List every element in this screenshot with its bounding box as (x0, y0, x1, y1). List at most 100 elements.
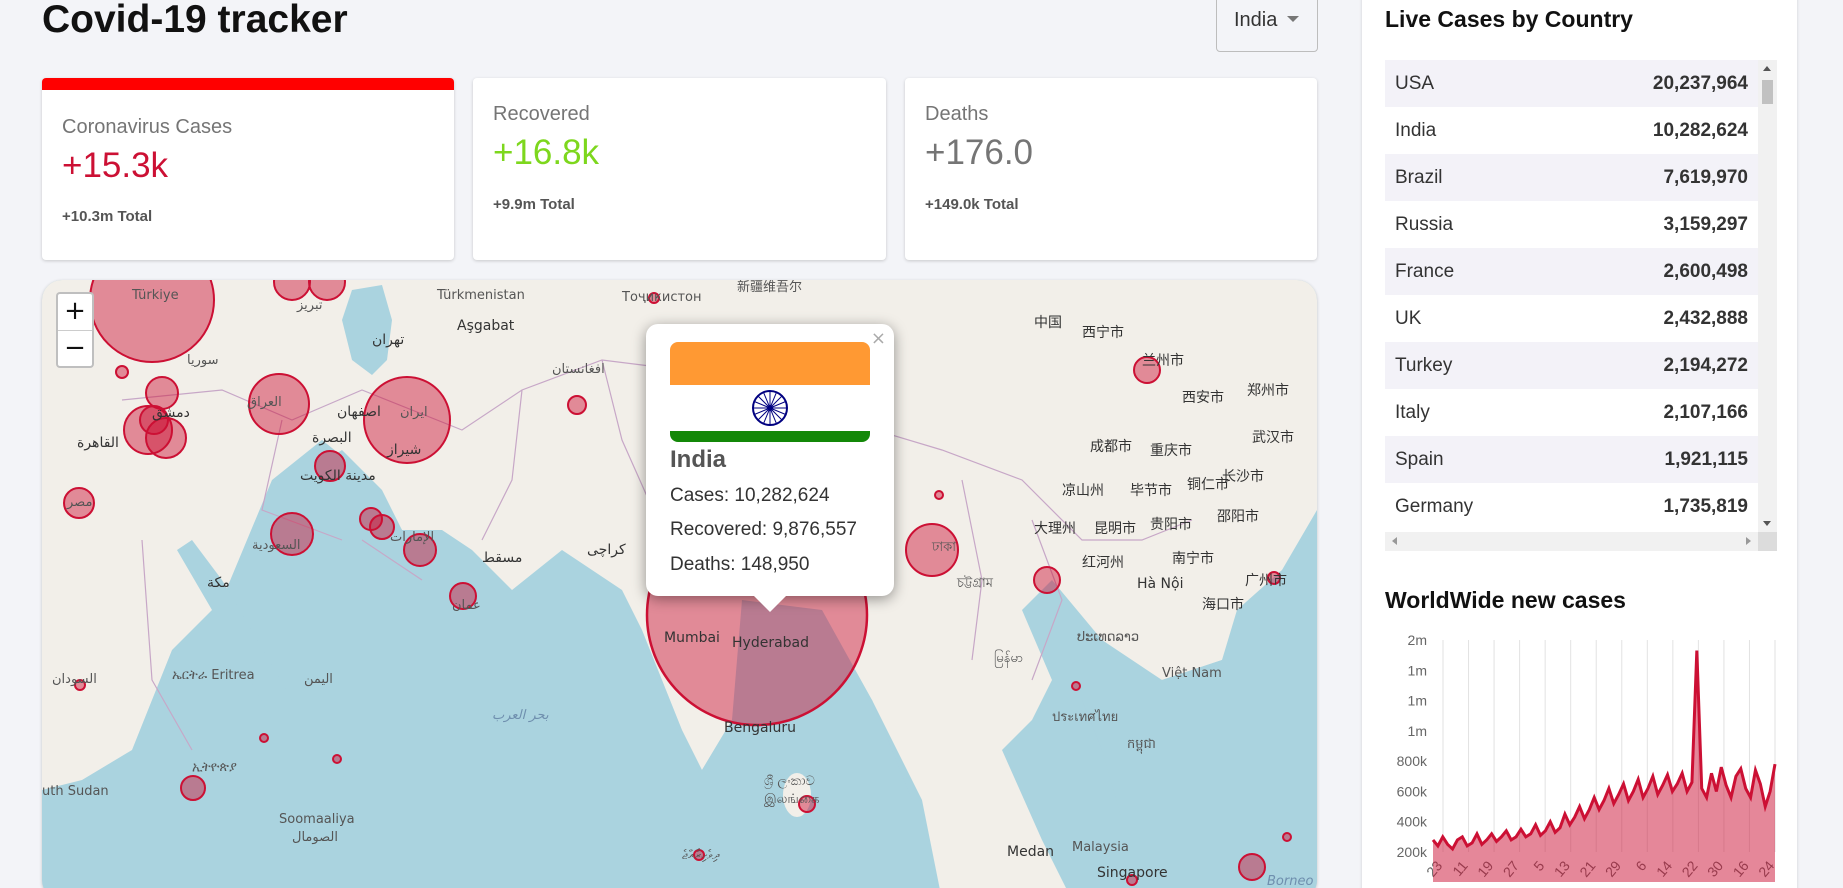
map-label: Mumbai (664, 630, 720, 646)
table-row: Germany 1,735,819 (1385, 483, 1758, 530)
map-label: بحر العرب (492, 708, 549, 723)
map-label: កម្ពុជា (1127, 737, 1156, 752)
country-name: Germany (1395, 496, 1474, 517)
map-label: Hà Nội (1137, 576, 1184, 592)
map-label: இலங்கை (764, 792, 820, 807)
map-label: 郑州市 (1247, 383, 1289, 399)
map-label: 铜仁市 (1187, 477, 1229, 493)
zoom-in-button[interactable]: + (58, 294, 92, 330)
map-label: مصر (67, 495, 93, 510)
map-label: 红河州 (1082, 555, 1124, 571)
case-circle (115, 365, 129, 379)
map-label: uth Sudan (42, 784, 109, 799)
zoom-control: + − (56, 292, 94, 368)
map-label: 新疆维吾尔 (737, 280, 803, 295)
country-name: Turkey (1395, 355, 1453, 376)
chevron-down-icon (1287, 16, 1299, 22)
country-name: Russia (1395, 214, 1454, 235)
scroll-left-icon[interactable] (1392, 537, 1397, 545)
map-label: Hyderabad (732, 635, 809, 651)
map-label: 重庆市 (1150, 443, 1192, 459)
popup-cases: Cases: 10,282,624 (670, 485, 830, 506)
map-label: ประเทศไทย (1052, 710, 1119, 725)
map-label: 昆明市 (1094, 521, 1136, 537)
scroll-right-icon[interactable] (1746, 537, 1751, 545)
case-circle (1033, 566, 1061, 594)
zoom-out-button[interactable]: − (58, 330, 92, 366)
country-select-value: India (1234, 9, 1278, 31)
cases-card[interactable]: Coronavirus Cases +15.3k +10.3m Total (42, 78, 454, 260)
country-cases: 7,619,970 (1663, 167, 1748, 188)
map-label: 成都市 (1090, 439, 1132, 455)
map-label: الإمارات (390, 530, 435, 545)
map-label: 邵阳市 (1217, 509, 1259, 525)
chart-title: WorldWide new cases (1385, 587, 1626, 613)
y-tick-label: 1m (1408, 662, 1427, 678)
map-label: القاهرة (77, 435, 119, 451)
table-row: India 10,282,624 (1385, 107, 1758, 154)
table-row: UK 2,432,888 (1385, 295, 1758, 342)
map-label: اصفهان (337, 404, 381, 420)
map-label: 毕节市 (1130, 483, 1172, 499)
country-cases: 10,282,624 (1652, 120, 1748, 141)
scroll-up-icon[interactable] (1763, 66, 1771, 71)
scroll-down-icon[interactable] (1763, 521, 1771, 526)
case-circle (180, 775, 206, 801)
deaths-card-value: +176.0 (925, 133, 1034, 172)
popup-deaths: Deaths: 148,950 (670, 554, 810, 575)
map-label: Türkmenistan (437, 288, 525, 303)
map-label: اليمن (304, 672, 333, 687)
deaths-card-total: +149.0k Total (925, 196, 1019, 213)
horizontal-scrollbar[interactable] (1385, 532, 1758, 551)
case-circle (934, 490, 944, 500)
table-row: Russia 3,159,297 (1385, 201, 1758, 248)
case-circle (1071, 681, 1081, 691)
country-cases: 2,432,888 (1663, 308, 1748, 329)
map-label: ປະເທດລາວ (1077, 630, 1140, 645)
deaths-card[interactable]: Deaths +176.0 +149.0k Total (905, 78, 1317, 260)
case-circle (259, 733, 269, 743)
map-label: 广州市 (1245, 573, 1287, 589)
map-label: مسقط (482, 550, 523, 566)
y-tick-label: 600k (1397, 783, 1428, 799)
country-cases: 2,194,272 (1663, 355, 1748, 376)
map-label: تبريز (297, 298, 323, 313)
country-cases: 2,107,166 (1663, 402, 1748, 423)
live-cases-table[interactable]: USA 20,237,964 India 10,282,624 Brazil 7… (1385, 60, 1777, 562)
map-label: سوريا (187, 353, 219, 368)
map-label: Borneo (1267, 874, 1314, 888)
country-popup: × India Cases: 10,282,624 Recovered: 9,8… (646, 324, 894, 612)
table-row: Spain 1,921,115 (1385, 436, 1758, 483)
popup-recovered: Recovered: 9,876,557 (670, 519, 857, 540)
country-cases: 1,735,819 (1663, 496, 1748, 517)
map-label: العراق (247, 395, 282, 410)
vertical-scrollbar[interactable] (1758, 60, 1777, 532)
country-name: India (1395, 120, 1437, 141)
map-label: ኢትዮጵያ (192, 760, 237, 775)
app-title: Covid-19 tracker (42, 0, 348, 41)
map-label: السعودية (252, 538, 301, 553)
popup-country-name: India (670, 446, 727, 473)
cases-card-value: +15.3k (62, 146, 169, 185)
y-tick-label: 1m (1408, 693, 1427, 709)
country-select[interactable]: India (1216, 0, 1318, 52)
map-label: ދިވެހިރާއްޖެ (682, 848, 720, 863)
map-label: عمان (452, 598, 481, 613)
table-row: Italy 2,107,166 (1385, 389, 1758, 436)
deaths-card-label: Deaths (925, 103, 989, 125)
map-label: 中国 (1034, 315, 1062, 331)
map-label: مدينة الكويت (300, 468, 376, 484)
scrollbar-thumb[interactable] (1762, 80, 1773, 104)
map-label: 凉山州 (1062, 483, 1104, 499)
country-name: Italy (1395, 402, 1430, 423)
scrollbar-corner (1758, 532, 1777, 551)
map-label: မြန်မာ (994, 651, 1024, 666)
close-icon[interactable]: × (871, 328, 886, 349)
map-label: ኤርትራ Eritrea (172, 668, 255, 683)
map-label: 南宁市 (1172, 551, 1214, 567)
map-label: 西宁市 (1082, 325, 1124, 341)
map-label: Singapore (1097, 865, 1168, 881)
recovered-card[interactable]: Recovered +16.8k +9.9m Total (473, 78, 886, 260)
case-circle (332, 754, 342, 764)
table-row: France 2,600,498 (1385, 248, 1758, 295)
